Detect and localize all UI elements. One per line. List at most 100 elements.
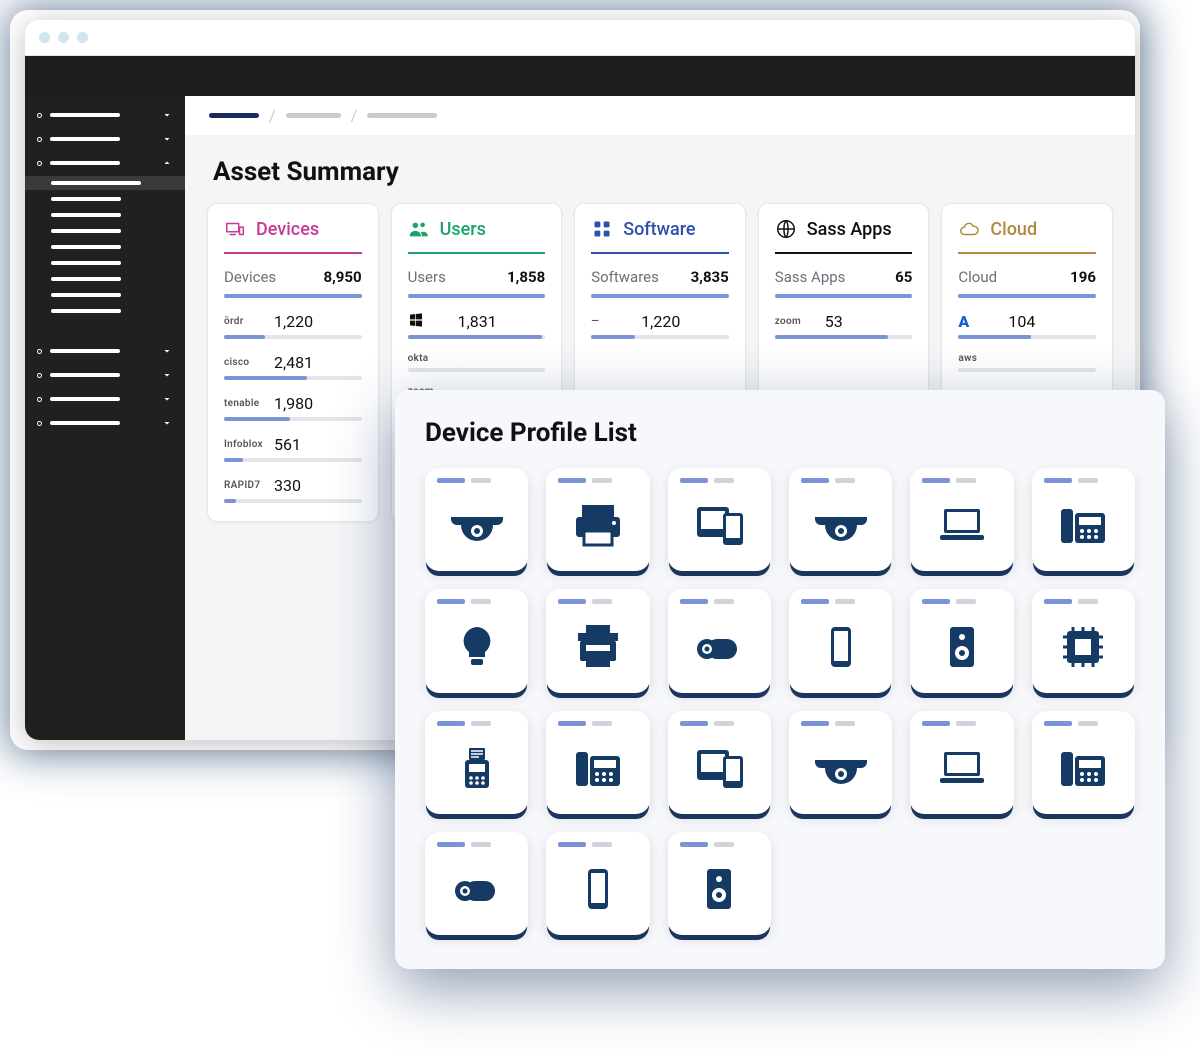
sidebar-item[interactable] xyxy=(25,224,185,238)
printer-icon xyxy=(558,489,637,561)
camera-dome-icon xyxy=(437,489,516,561)
vendor-logo: okta xyxy=(408,353,448,364)
profile-card-phone-desk[interactable] xyxy=(546,711,649,814)
card-row: RAPID7 330 xyxy=(224,476,362,495)
card-row: — 1,220 xyxy=(591,312,729,331)
sidebar-item[interactable] xyxy=(25,256,185,270)
phone-desk-icon xyxy=(1044,732,1123,804)
profile-card-desktop[interactable] xyxy=(668,711,771,814)
card-row: zoom 53 xyxy=(775,312,913,331)
camera-dome-icon xyxy=(801,489,880,561)
profile-card-camera-bullet[interactable] xyxy=(668,589,771,692)
row-value: 1,831 xyxy=(458,312,497,331)
card-title: Sass Apps xyxy=(807,219,892,240)
profile-card-speaker[interactable] xyxy=(668,832,771,935)
breadcrumb-segment[interactable] xyxy=(209,113,259,118)
vendor-logo: A xyxy=(958,312,998,331)
profile-card-camera-dome[interactable] xyxy=(789,468,892,571)
profile-card-camera-dome[interactable] xyxy=(425,468,528,571)
row-value: 104 xyxy=(1008,312,1035,331)
sidebar xyxy=(25,96,185,740)
vendor-logo: tenable xyxy=(224,398,264,409)
row-value: 1,220 xyxy=(274,312,313,331)
profile-card-speaker[interactable] xyxy=(910,589,1013,692)
row-value: 53 xyxy=(825,312,843,331)
vendor-logo: aws xyxy=(958,353,998,364)
card-row: cisco2,481 xyxy=(224,353,362,372)
sidebar-item[interactable] xyxy=(25,412,185,434)
camera-dome-icon xyxy=(801,732,880,804)
vendor-logo: RAPID7 xyxy=(224,480,264,491)
profile-card-laptop[interactable] xyxy=(910,468,1013,571)
globe-icon xyxy=(775,218,797,240)
sidebar-item[interactable] xyxy=(25,152,185,174)
bulb-icon xyxy=(437,610,516,682)
profile-card-phone-desk[interactable] xyxy=(1032,711,1135,814)
card-row: Infoblox561 xyxy=(224,435,362,454)
page-title: Asset Summary xyxy=(185,135,1135,203)
profile-card-smartphone[interactable] xyxy=(789,589,892,692)
card-row: aws xyxy=(958,353,1096,364)
sidebar-item[interactable] xyxy=(25,340,185,362)
chevron-down-icon xyxy=(161,133,173,145)
breadcrumb-segment[interactable] xyxy=(367,113,437,118)
card-row: tenable 1,980 xyxy=(224,394,362,413)
speaker-icon xyxy=(680,853,759,925)
sidebar-item[interactable] xyxy=(25,288,185,302)
card-devices[interactable]: Devices Devices8,950 ōrdr1,220cisco2,481… xyxy=(207,203,379,522)
camera-bullet-icon xyxy=(680,610,759,682)
profile-card-bulb[interactable] xyxy=(425,589,528,692)
speaker-icon xyxy=(922,610,1001,682)
window-dot[interactable] xyxy=(39,32,50,43)
card-row: okta xyxy=(408,353,546,364)
profile-card-camera-bullet[interactable] xyxy=(425,832,528,935)
profile-card-phone-desk[interactable] xyxy=(1032,468,1135,571)
sidebar-item[interactable] xyxy=(25,304,185,318)
vendor-logo xyxy=(408,312,448,331)
vendor-logo: Infoblox xyxy=(224,439,264,450)
row-value: 330 xyxy=(274,476,301,495)
smartphone-icon xyxy=(558,853,637,925)
vendor-logo: cisco xyxy=(224,357,264,368)
vendor-logo: — xyxy=(591,316,631,327)
profile-card-chip[interactable] xyxy=(1032,589,1135,692)
card-title: Devices xyxy=(256,219,319,240)
chevron-up-icon xyxy=(161,157,173,169)
sidebar-item[interactable] xyxy=(25,364,185,386)
sidebar-item[interactable] xyxy=(25,208,185,222)
breadcrumb: / / xyxy=(185,96,1135,135)
profile-card-desktop[interactable] xyxy=(668,468,771,571)
window-dot[interactable] xyxy=(77,32,88,43)
card-title: Software xyxy=(623,219,695,240)
sidebar-item[interactable] xyxy=(25,272,185,286)
sidebar-item[interactable] xyxy=(25,128,185,150)
camera-bullet-icon xyxy=(437,853,516,925)
sidebar-item[interactable] xyxy=(25,240,185,254)
row-value: 1,220 xyxy=(641,312,680,331)
profile-card-mfp[interactable] xyxy=(546,589,649,692)
row-value: 1,980 xyxy=(274,394,313,413)
card-row: A 104 xyxy=(958,312,1096,331)
vendor-logo: ōrdr xyxy=(224,316,264,327)
profile-card-printer[interactable] xyxy=(546,468,649,571)
breadcrumb-segment[interactable] xyxy=(286,113,341,118)
profile-card-laptop[interactable] xyxy=(910,711,1013,814)
mfp-icon xyxy=(558,610,637,682)
sidebar-item[interactable] xyxy=(25,176,185,190)
window-dot[interactable] xyxy=(58,32,69,43)
sidebar-item[interactable] xyxy=(25,104,185,126)
desktop-icon xyxy=(680,489,759,561)
software-icon xyxy=(591,218,613,240)
desktop-icon xyxy=(680,732,759,804)
profile-card-pos[interactable] xyxy=(425,711,528,814)
profile-card-camera-dome[interactable] xyxy=(789,711,892,814)
phone-desk-icon xyxy=(558,732,637,804)
sidebar-item[interactable] xyxy=(25,388,185,410)
phone-desk-icon xyxy=(1044,489,1123,561)
vendor-logo: zoom xyxy=(775,316,815,327)
device-profile-panel: Device Profile List xyxy=(395,390,1165,969)
profile-card-smartphone[interactable] xyxy=(546,832,649,935)
sidebar-item[interactable] xyxy=(25,192,185,206)
pos-icon xyxy=(437,732,516,804)
smartphone-icon xyxy=(801,610,880,682)
